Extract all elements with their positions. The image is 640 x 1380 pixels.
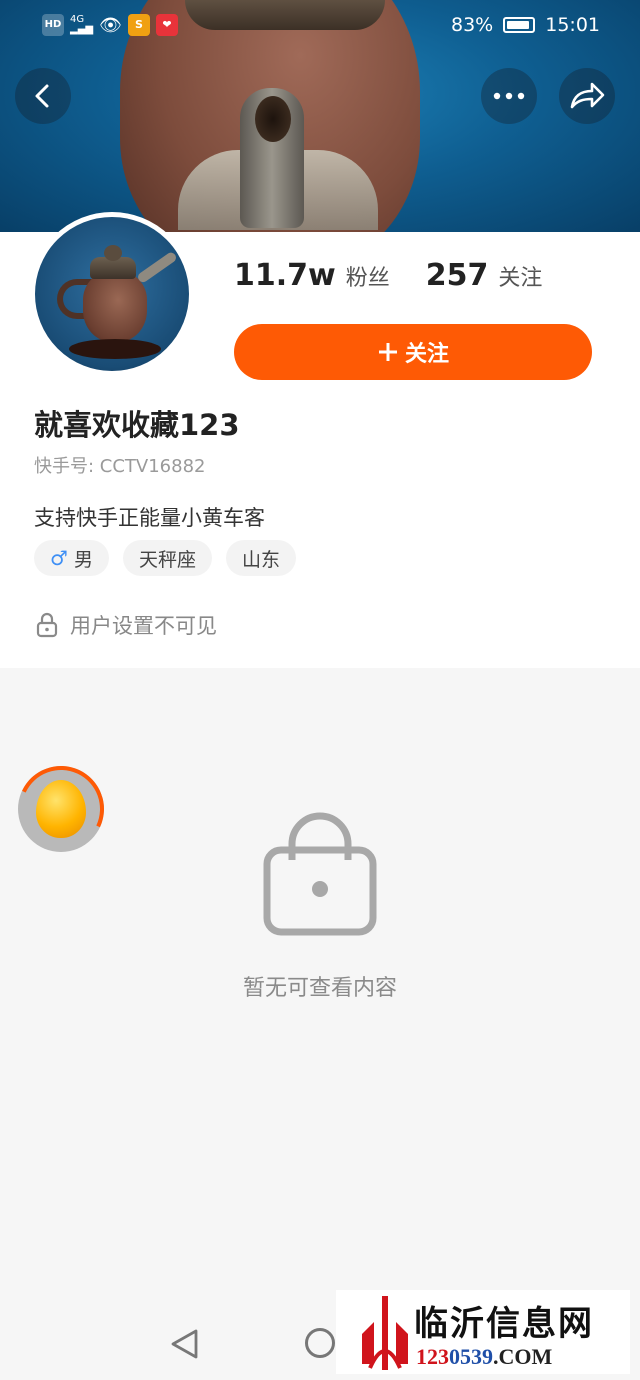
watermark-url-part1: 123 — [416, 1344, 449, 1369]
tag-gender: ♂ 男 — [34, 540, 109, 576]
app-heart-icon: ❤ — [155, 14, 178, 36]
watermark-logo-icon — [362, 1296, 408, 1370]
avatar-teapot-stand — [69, 339, 161, 359]
following-label[interactable]: 关注 — [498, 260, 542, 292]
username: 就喜欢收藏123 — [34, 408, 240, 442]
user-bio: 支持快手正能量小黄车客 — [34, 506, 265, 530]
more-dots-icon — [493, 92, 525, 100]
floating-egg-widget[interactable] — [5, 753, 117, 865]
avatar[interactable] — [30, 212, 194, 376]
back-button[interactable] — [15, 68, 71, 124]
status-right: 83% 15:01 — [451, 14, 600, 36]
clock: 15:01 — [545, 14, 600, 36]
nav-back-icon[interactable] — [170, 1328, 200, 1360]
tag-zodiac: 天秤座 — [122, 540, 212, 576]
tag-gender-label: 男 — [73, 548, 93, 571]
golden-egg-icon — [36, 780, 86, 838]
app-badge-icon: S — [127, 14, 150, 36]
privacy-notice: 用户设置不可见 — [36, 610, 217, 640]
profile-stats: 11.7w 粉丝 257 关注 — [234, 258, 568, 293]
male-icon: ♂ — [50, 546, 68, 570]
battery-percent: 83% — [451, 14, 494, 36]
user-id: 快手号: CCTV16882 — [34, 456, 206, 477]
followers-count[interactable]: 11.7w — [234, 258, 336, 293]
avatar-teapot-spout — [136, 250, 178, 285]
share-button[interactable] — [559, 68, 615, 124]
followers-label[interactable]: 粉丝 — [346, 260, 390, 292]
empty-content-text: 暂无可查看内容 — [242, 976, 397, 1001]
eye-icon: 👁 — [99, 14, 122, 36]
banner-teapot-spout-hole — [255, 96, 291, 142]
privacy-text: 用户设置不可见 — [70, 614, 217, 638]
watermark-url-part2: 0539 — [449, 1344, 493, 1369]
locked-content-icon — [263, 812, 377, 936]
tag-location: 山东 — [225, 540, 296, 576]
share-arrow-icon — [570, 82, 605, 109]
header-banner: HD 4G ▂▄▆ 👁 S ❤ 83% 15:01 — [0, 0, 640, 232]
watermark-url-part3: .COM — [493, 1344, 553, 1369]
watermark-url: 1230539.COM — [416, 1344, 552, 1370]
status-bar: HD 4G ▂▄▆ 👁 S ❤ 83% 15:01 — [0, 0, 640, 52]
chevron-left-icon — [35, 84, 49, 108]
watermark-title: 临沂信息网 — [414, 1304, 594, 1344]
plus-icon — [378, 343, 397, 361]
more-button[interactable] — [481, 68, 537, 124]
battery-icon — [503, 17, 536, 33]
profile-section: 11.7w 粉丝 257 关注 关注 就喜欢收藏123 快手号: CCTV168… — [0, 212, 640, 668]
network-4g-icon: 4G ▂▄▆ — [70, 14, 94, 35]
nav-home-icon[interactable] — [305, 1328, 335, 1358]
hd-icon: HD — [42, 14, 64, 36]
avatar-teapot-knob — [104, 245, 122, 261]
status-left-icons: HD 4G ▂▄▆ 👁 S ❤ — [42, 14, 178, 36]
content-area: 暂无可查看内容 — [0, 668, 640, 1308]
lock-icon — [36, 612, 58, 638]
follow-button[interactable]: 关注 — [234, 324, 592, 380]
following-count[interactable]: 257 — [426, 258, 489, 293]
follow-button-label: 关注 — [404, 342, 449, 367]
site-watermark: 临沂信息网 1230539.COM — [336, 1290, 630, 1374]
avatar-teapot-body — [83, 272, 147, 342]
profile-tags: ♂ 男 天秤座 山东 — [34, 540, 296, 576]
